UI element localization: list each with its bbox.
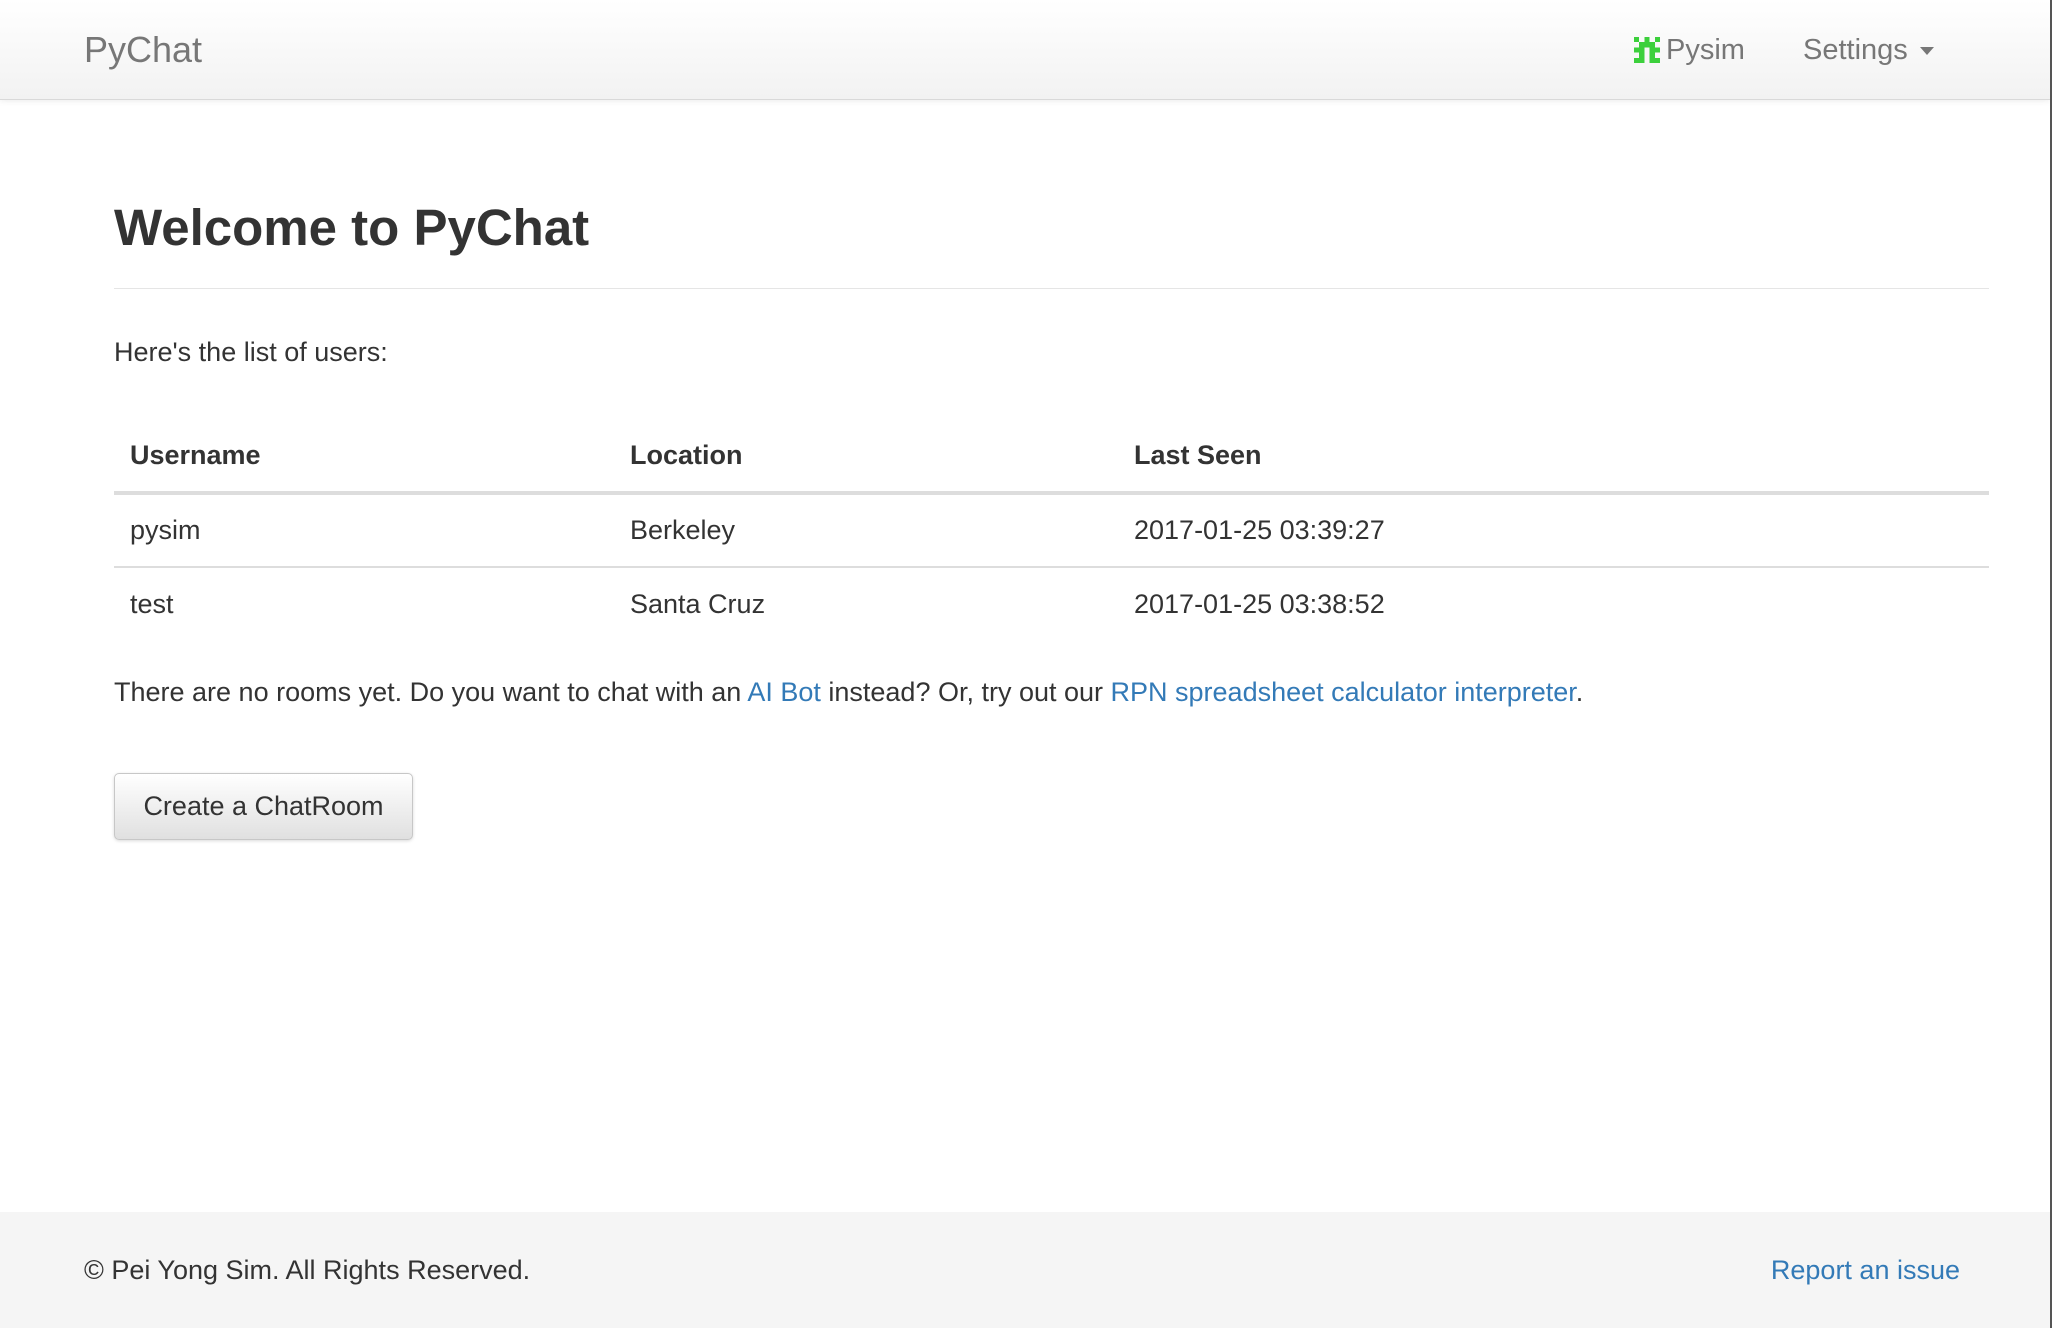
rooms-text-part1: There are no rooms yet. Do you want to c… <box>114 677 748 707</box>
cell-username: pysim <box>114 493 614 568</box>
column-header-username: Username <box>114 420 614 495</box>
cell-location: Berkeley <box>614 493 1118 568</box>
ai-bot-link[interactable]: AI Bot <box>747 677 821 707</box>
table-row: test Santa Cruz 2017-01-25 03:38:52 <box>114 567 1989 641</box>
top-navbar: PyChat Pysim Settings <box>0 0 2050 100</box>
cell-last-seen: 2017-01-25 03:39:27 <box>1118 493 1989 568</box>
page-title: Welcome to PyChat <box>114 199 590 256</box>
no-rooms-message: There are no rooms yet. Do you want to c… <box>114 674 1583 710</box>
identicon-avatar-icon <box>1634 37 1660 63</box>
cell-location: Santa Cruz <box>630 589 766 619</box>
browser-viewport: PyChat Pysim Settings Welcome to PyChat <box>0 0 2050 1328</box>
brand-logo[interactable]: PyChat <box>84 24 202 76</box>
rpn-calculator-link[interactable]: RPN spreadsheet calculator interpreter <box>1111 677 1576 707</box>
table-row: pysim Berkeley 2017-01-25 03:39:27 <box>114 493 1989 568</box>
cell-username: test <box>130 589 174 619</box>
settings-dropdown[interactable]: Settings <box>1803 24 1934 76</box>
settings-label: Settings <box>1803 33 1908 66</box>
page-footer: © Pei Yong Sim. All Rights Reserved. Rep… <box>0 1212 2050 1328</box>
copyright-text: © Pei Yong Sim. All Rights Reserved. <box>84 1255 531 1285</box>
report-issue-link[interactable]: Report an issue <box>1771 1252 1960 1288</box>
column-header-last-seen: Last Seen <box>1118 420 1989 495</box>
rooms-text-part3: . <box>1575 677 1584 707</box>
caret-down-icon <box>1919 47 1934 55</box>
users-table: Username Location Last Seen pysim Berkel… <box>114 420 1989 641</box>
users-intro-text: Here's the list of users: <box>114 337 388 367</box>
user-name: Pysim <box>1666 33 1745 66</box>
rooms-text-part2: instead? Or, try out our <box>820 677 1111 707</box>
title-divider <box>114 288 1989 289</box>
window-edge <box>2050 0 2056 1328</box>
cell-last-seen: 2017-01-25 03:38:52 <box>1134 589 1385 619</box>
table-header-row: Username Location Last Seen <box>114 420 1989 495</box>
column-header-location: Location <box>614 420 1118 495</box>
create-chatroom-button[interactable]: Create a ChatRoom <box>114 773 413 840</box>
user-menu[interactable]: Pysim <box>1634 24 1745 76</box>
